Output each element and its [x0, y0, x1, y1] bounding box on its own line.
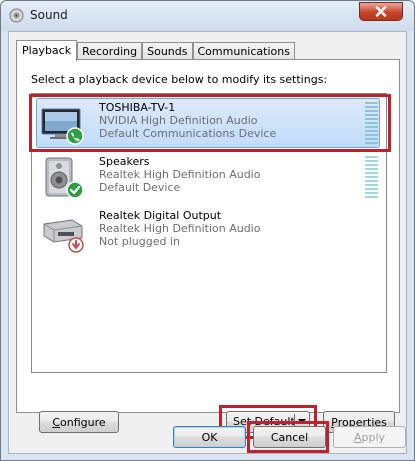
cancel-button[interactable]: Cancel — [253, 426, 326, 448]
device-status: Not plugged in — [99, 235, 181, 248]
configure-button[interactable]: Configure — [39, 411, 119, 433]
window-title: Sound — [30, 8, 68, 22]
device-name: Realtek Digital Output — [99, 209, 222, 222]
configure-accel: C — [52, 415, 61, 429]
device-name: TOSHIBA-TV-1 — [99, 101, 176, 114]
device-item-digital-output[interactable]: Realtek Digital Output Realtek High Defi… — [32, 204, 386, 258]
apply-label: pply — [361, 430, 386, 444]
device-name: Speakers — [99, 155, 150, 168]
tab-playback[interactable]: Playback — [16, 40, 78, 61]
volume-meter — [365, 156, 378, 198]
close-icon — [375, 6, 387, 17]
tab-recording[interactable]: Recording — [77, 42, 143, 60]
configure-label: onfigure — [60, 415, 106, 429]
device-item-toshiba-tv[interactable]: TOSHIBA-TV-1 NVIDIA High Definition Audi… — [29, 94, 391, 152]
speaker-icon — [9, 8, 24, 23]
apply-button[interactable]: Apply — [333, 426, 406, 448]
tab-communications[interactable]: Communications — [192, 42, 295, 60]
sound-dialog: Sound Playback Recording Sounds Communic… — [0, 0, 415, 461]
device-status: Default Communications Device — [99, 127, 277, 140]
dialog-body: Playback Recording Sounds Communications… — [8, 31, 407, 454]
device-driver: Realtek High Definition Audio — [99, 168, 261, 181]
instruction-text: Select a playback device below to modify… — [31, 73, 328, 86]
tab-strip: Playback Recording Sounds Communications — [16, 40, 295, 61]
checkmark-badge-icon — [66, 181, 84, 199]
device-status: Default Device — [99, 181, 181, 194]
tv-monitor-icon — [41, 108, 84, 145]
device-driver: NVIDIA High Definition Audio — [99, 114, 258, 127]
tab-sounds[interactable]: Sounds — [142, 42, 193, 60]
device-driver: Realtek High Definition Audio — [99, 222, 261, 235]
ok-button[interactable]: OK — [173, 426, 246, 448]
speaker-icon — [45, 157, 84, 199]
unplugged-badge-icon — [68, 237, 84, 253]
close-button[interactable] — [359, 2, 403, 21]
volume-meter — [365, 102, 378, 144]
digital-output-icon — [43, 219, 84, 253]
phone-badge-icon — [66, 127, 84, 145]
apply-accel: A — [353, 430, 362, 444]
device-list[interactable]: TOSHIBA-TV-1 NVIDIA High Definition Audi… — [29, 93, 391, 373]
title-bar[interactable]: Sound — [1, 1, 414, 31]
device-item-speakers[interactable]: Speakers Realtek High Definition Audio D… — [32, 150, 386, 204]
playback-panel: Select a playback device below to modify… — [16, 59, 400, 439]
